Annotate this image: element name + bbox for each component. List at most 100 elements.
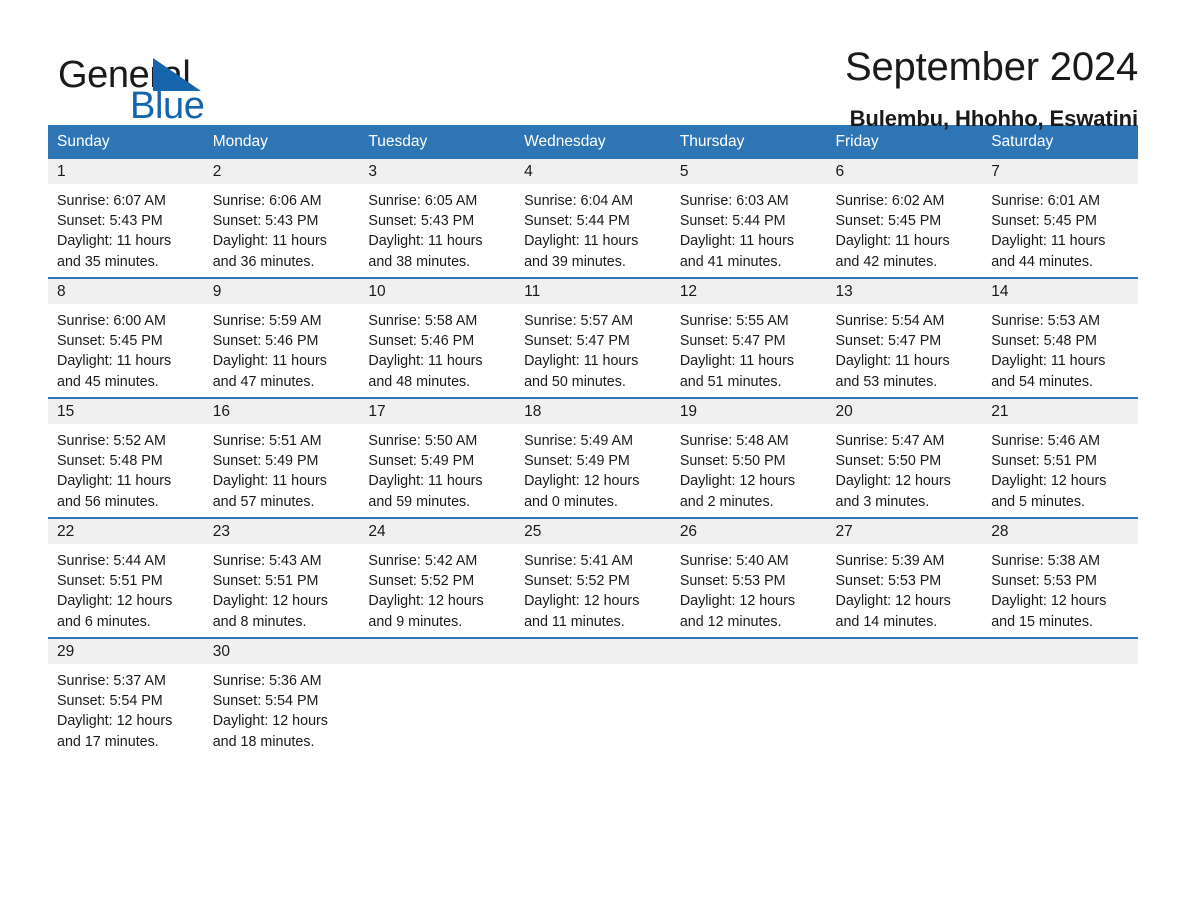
day-info: Sunrise: 5:36 AM Sunset: 5:54 PM Daylight:… [204,664,360,752]
calendar-week-row: 15 Sunrise: 5:52 AM Sunset: 5:48 PM Dayligh… [48,397,1138,519]
calendar-day-cell[interactable]: 16 Sunrise: 5:51 AM Sunset: 5:49 PM Dayligh… [203,399,360,518]
sunset-text: Sunset: 5:45 PM [57,333,163,350]
calendar-day-cell[interactable]: 19 Sunrise: 5:48 AM Sunset: 5:50 PM Dayligh… [670,399,827,518]
calendar-day-cell[interactable]: 1 Sunrise: 6:07 AM Sunset: 5:43 PM Daylight… [48,159,204,278]
sunset-text: Sunset: 5:48 PM [991,333,1097,350]
calendar-day-cell[interactable]: 21 Sunrise: 5:46 AM Sunset: 5:51 PM Dayligh… [982,399,1138,518]
day-number: 23 [203,519,360,545]
sunrise-text: Sunrise: 5:53 AM [991,313,1101,330]
sunset-text: Sunset: 5:51 PM [991,453,1097,470]
general-blue-logo: General Blue [57,44,257,127]
day-number: 18 [515,399,671,425]
calendar-day-cell[interactable]: 20 Sunrise: 5:47 AM Sunset: 5:50 PM Dayligh… [826,399,983,518]
calendar-day-cell[interactable]: 6 Sunrise: 6:02 AM Sunset: 5:45 PM Daylight… [826,159,983,278]
daylight-text: Daylight: 11 hours and 42 minutes. [835,233,950,270]
sunrise-text: Sunrise: 5:59 AM [212,313,322,330]
logo-text-blue: Blue [130,85,205,127]
calendar-day-cell[interactable]: 29 Sunrise: 5:37 AM Sunset: 5:54 PM Dayligh… [48,639,204,762]
sunset-text: Sunset: 5:53 PM [835,573,942,590]
sunset-text: Sunset: 5:46 PM [368,333,475,350]
day-number: 17 [359,399,516,425]
day-info: Sunrise: 5:51 AM Sunset: 5:49 PM Daylight:… [204,424,360,512]
calendar-day-cell[interactable]: 3 Sunrise: 6:05 AM Sunset: 5:43 PM Daylight… [359,159,516,278]
daylight-text: Daylight: 11 hours and 35 minutes. [57,233,172,270]
sunset-text: Sunset: 5:43 PM [368,213,475,230]
day-number: 12 [670,279,827,305]
calendar-day-cell[interactable]: 2 Sunrise: 6:06 AM Sunset: 5:43 PM Daylight… [203,159,360,278]
calendar-day-cell[interactable]: 18 Sunrise: 5:49 AM Sunset: 5:49 PM Dayligh… [515,399,671,518]
sunset-text: Sunset: 5:53 PM [679,573,786,590]
weekday-header-sunday: Sunday [48,125,204,160]
sunset-text: Sunset: 5:43 PM [57,213,163,230]
daylight-text: Daylight: 12 hours and 15 minutes. [991,593,1107,630]
calendar-day-cell[interactable]: 23 Sunrise: 5:43 AM Sunset: 5:51 PM Dayligh… [203,519,360,638]
day-number: 10 [359,279,516,305]
calendar-table: Sunday Monday Tuesday Wednesday Thursday Frid… [48,125,1138,762]
calendar-day-cell[interactable]: 8 Sunrise: 6:00 AM Sunset: 5:45 PM Daylight… [48,279,204,398]
calendar-day-cell[interactable]: 28 Sunrise: 5:38 AM Sunset: 5:53 PM Dayligh… [982,519,1138,638]
day-number: 2 [203,159,360,185]
calendar-day-cell[interactable]: 5 Sunrise: 6:03 AM Sunset: 5:44 PM Daylight… [670,159,827,278]
sunrise-text: Sunrise: 6:03 AM [679,193,789,210]
daylight-text: Daylight: 12 hours and 18 minutes. [212,713,328,750]
sunrise-text: Sunrise: 5:49 AM [524,433,633,450]
day-info: Sunrise: 5:38 AM Sunset: 5:53 PM Daylight:… [982,544,1138,632]
calendar-day-cell[interactable]: 25 Sunrise: 5:41 AM Sunset: 5:52 PM Dayligh… [515,519,671,638]
day-number: 20 [826,399,983,425]
calendar-day-cell[interactable]: 27 Sunrise: 5:39 AM Sunset: 5:53 PM Dayligh… [826,519,983,638]
calendar-day-cell[interactable]: 9 Sunrise: 5:59 AM Sunset: 5:46 PM Daylight… [203,279,360,398]
day-info: Sunrise: 5:43 AM Sunset: 5:51 PM Daylight:… [204,544,360,632]
day-info: Sunrise: 5:53 AM Sunset: 5:48 PM Daylight:… [982,304,1138,392]
calendar-day-cell[interactable]: 7 Sunrise: 6:01 AM Sunset: 5:45 PM Daylight… [982,159,1138,278]
day-number: 4 [515,159,671,185]
sunrise-text: Sunrise: 5:44 AM [57,553,166,570]
day-info: Sunrise: 5:49 AM Sunset: 5:49 PM Daylight:… [515,424,671,512]
calendar-day-cell[interactable]: 12 Sunrise: 5:55 AM Sunset: 5:47 PM Dayligh… [670,279,827,398]
weekday-header-tuesday: Tuesday [359,125,516,160]
sunrise-text: Sunrise: 5:43 AM [212,553,322,570]
day-number: 7 [982,159,1138,185]
day-number: 22 [48,519,204,545]
calendar-day-cell[interactable]: 4 Sunrise: 6:04 AM Sunset: 5:44 PM Daylight… [515,159,671,278]
calendar-day-cell[interactable]: 14 Sunrise: 5:53 AM Sunset: 5:48 PM Dayligh… [982,279,1138,398]
day-info: Sunrise: 5:42 AM Sunset: 5:52 PM Daylight:… [359,544,515,632]
calendar-day-cell-empty [670,639,827,762]
daylight-text: Daylight: 12 hours and 14 minutes. [835,593,951,630]
day-info: Sunrise: 5:54 AM Sunset: 5:47 PM Daylight:… [827,304,983,392]
calendar-week-row: 8 Sunrise: 6:00 AM Sunset: 5:45 PM Daylight… [48,277,1138,399]
sunset-text: Sunset: 5:45 PM [991,213,1097,230]
calendar-day-cell[interactable]: 24 Sunrise: 5:42 AM Sunset: 5:52 PM Dayligh… [359,519,516,638]
daylight-text: Daylight: 11 hours and 59 minutes. [368,473,483,510]
sunset-text: Sunset: 5:45 PM [835,213,942,230]
sunrise-text: Sunrise: 6:05 AM [368,193,478,210]
calendar-day-cell[interactable]: 30 Sunrise: 5:36 AM Sunset: 5:54 PM Dayligh… [203,639,360,762]
sunrise-text: Sunrise: 6:00 AM [57,313,166,330]
day-number [670,639,827,665]
sunrise-text: Sunrise: 5:47 AM [835,433,945,450]
calendar-day-cell[interactable]: 17 Sunrise: 5:50 AM Sunset: 5:49 PM Dayligh… [359,399,516,518]
calendar-day-cell[interactable]: 11 Sunrise: 5:57 AM Sunset: 5:47 PM Dayligh… [515,279,671,398]
daylight-text: Daylight: 12 hours and 11 minutes. [524,593,640,630]
sunrise-text: Sunrise: 5:58 AM [368,313,478,330]
day-info: Sunrise: 6:07 AM Sunset: 5:43 PM Daylight:… [48,184,204,272]
day-info: Sunrise: 5:41 AM Sunset: 5:52 PM Daylight:… [515,544,671,632]
sunrise-text: Sunrise: 6:04 AM [524,193,633,210]
page-title: September 2024 [845,45,1138,89]
day-number: 9 [203,279,360,305]
sunrise-text: Sunrise: 5:40 AM [679,553,789,570]
calendar-day-cell[interactable]: 15 Sunrise: 5:52 AM Sunset: 5:48 PM Dayligh… [48,399,204,518]
sunrise-text: Sunrise: 6:01 AM [991,193,1101,210]
calendar-day-cell[interactable]: 10 Sunrise: 5:58 AM Sunset: 5:46 PM Dayligh… [359,279,516,398]
day-info: Sunrise: 5:50 AM Sunset: 5:49 PM Daylight:… [359,424,515,512]
calendar-day-cell[interactable]: 22 Sunrise: 5:44 AM Sunset: 5:51 PM Dayligh… [48,519,204,638]
calendar-day-cell[interactable]: 13 Sunrise: 5:54 AM Sunset: 5:47 PM Dayligh… [826,279,983,398]
sunrise-text: Sunrise: 5:55 AM [679,313,789,330]
sunset-text: Sunset: 5:47 PM [835,333,942,350]
day-number [359,639,516,665]
sunset-text: Sunset: 5:51 PM [212,573,319,590]
daylight-text: Daylight: 12 hours and 5 minutes. [991,473,1107,510]
day-number: 19 [670,399,827,425]
calendar-week-row: 29 Sunrise: 5:37 AM Sunset: 5:54 PM Dayligh… [48,637,1138,762]
calendar-day-cell[interactable]: 26 Sunrise: 5:40 AM Sunset: 5:53 PM Dayligh… [670,519,827,638]
day-number: 3 [359,159,516,185]
